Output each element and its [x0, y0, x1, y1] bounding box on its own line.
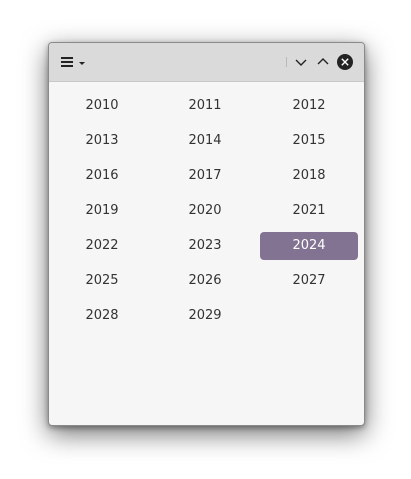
- titlebar-separator: [286, 57, 287, 67]
- menu-button[interactable]: [59, 53, 89, 71]
- close-circle-icon: [337, 54, 353, 70]
- minimize-button[interactable]: [292, 53, 310, 71]
- year-cell-2010[interactable]: 2010: [53, 92, 151, 120]
- year-picker-window: 2010 2011 2012 2013 2014 2015 2016 2017 2018 2019…: [48, 42, 365, 426]
- hamburger-menu-icon: [61, 57, 85, 67]
- year-cell-2011[interactable]: 2011: [156, 92, 254, 120]
- year-cell-2028[interactable]: 2028: [53, 302, 151, 330]
- year-cell-2013[interactable]: 2013: [53, 127, 151, 155]
- title-bar: [49, 43, 364, 82]
- year-cell-2022[interactable]: 2022: [53, 232, 151, 260]
- year-cell-2017[interactable]: 2017: [156, 162, 254, 190]
- year-cell-2026[interactable]: 2026: [156, 267, 254, 295]
- year-cell-2029[interactable]: 2029: [156, 302, 254, 330]
- year-cell-2016[interactable]: 2016: [53, 162, 151, 190]
- year-cell-2021[interactable]: 2021: [260, 197, 358, 225]
- year-cell-2012[interactable]: 2012: [260, 92, 358, 120]
- maximize-button[interactable]: [314, 53, 332, 71]
- year-cell-2023[interactable]: 2023: [156, 232, 254, 260]
- chevron-up-icon: [317, 58, 329, 65]
- year-cell-2015[interactable]: 2015: [260, 127, 358, 155]
- year-cell-2024[interactable]: 2024: [260, 232, 358, 260]
- year-cell-2014[interactable]: 2014: [156, 127, 254, 155]
- close-button[interactable]: [336, 53, 354, 71]
- year-cell-2018[interactable]: 2018: [260, 162, 358, 190]
- chevron-down-icon: [295, 59, 307, 66]
- year-cell-2025[interactable]: 2025: [53, 267, 151, 295]
- year-cell-2027[interactable]: 2027: [260, 267, 358, 295]
- year-cell-2019[interactable]: 2019: [53, 197, 151, 225]
- caret-down-icon: [79, 62, 85, 65]
- year-cell-2020[interactable]: 2020: [156, 197, 254, 225]
